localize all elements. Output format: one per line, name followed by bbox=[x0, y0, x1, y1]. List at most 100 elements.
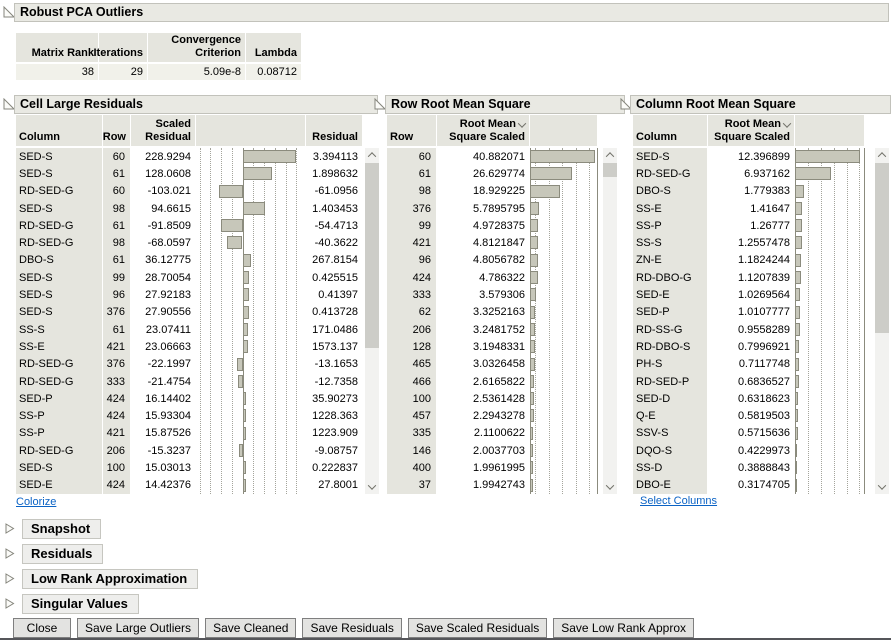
table-row[interactable]: SS-E1.41647 bbox=[633, 200, 865, 217]
table-row[interactable]: SED-E1.0269564 bbox=[633, 286, 865, 303]
table-row[interactable]: SED-S12.396899 bbox=[633, 148, 865, 165]
colorize-link[interactable]: Colorize bbox=[16, 496, 56, 508]
column-header-bar[interactable] bbox=[196, 115, 306, 146]
table-row[interactable]: RD-SED-G376-22.1997-13.1653 bbox=[16, 356, 363, 373]
table-row[interactable]: DBO-S6136.12775267.8154 bbox=[16, 252, 363, 269]
table-row[interactable]: SED-S9928.700540.425515 bbox=[16, 269, 363, 286]
table-row[interactable]: RD-DBO-G1.1207839 bbox=[633, 269, 865, 286]
table-row[interactable]: SS-P42115.875261223.909 bbox=[16, 425, 363, 442]
table-row[interactable]: 4214.8121847 bbox=[387, 234, 598, 251]
panel-title-row-root-mean-square[interactable]: Row Root Mean Square bbox=[385, 95, 625, 114]
table-row[interactable]: SS-E42123.066631573.137 bbox=[16, 338, 363, 355]
sort-chevron-icon[interactable] bbox=[518, 119, 526, 127]
sort-chevron-icon[interactable] bbox=[783, 119, 791, 127]
column-header-row[interactable]: Row bbox=[103, 115, 131, 146]
scroll-up-button[interactable] bbox=[603, 148, 617, 162]
disclosure-triangle-collapsed-snapshot[interactable] bbox=[4, 523, 16, 535]
table-row[interactable]: 6040.882071 bbox=[387, 148, 598, 165]
table-row[interactable]: RD-SED-G61-91.8509-54.4713 bbox=[16, 217, 363, 234]
collapsed-section-singular-values[interactable]: Singular Values bbox=[22, 594, 139, 614]
disclosure-triangle-collapsed-residuals[interactable] bbox=[4, 548, 16, 560]
column-header-residual[interactable]: Residual bbox=[306, 115, 363, 146]
save-low-rank-approx-button[interactable]: Save Low Rank Approx bbox=[553, 618, 694, 638]
table-row[interactable]: 1283.1948331 bbox=[387, 338, 598, 355]
scroll-up-button[interactable] bbox=[875, 148, 889, 162]
table-row[interactable]: SSV-S0.5715636 bbox=[633, 425, 865, 442]
save-large-outliers-button[interactable]: Save Large Outliers bbox=[77, 618, 199, 638]
table-row[interactable]: RD-DBO-S0.7996921 bbox=[633, 338, 865, 355]
scrollbar-thumb[interactable] bbox=[603, 163, 617, 177]
disclosure-triangle-collapsed-low-rank-approximation[interactable] bbox=[4, 573, 16, 585]
table-row[interactable]: 994.9728375 bbox=[387, 217, 598, 234]
table-row[interactable]: SED-P1.0107777 bbox=[633, 304, 865, 321]
table-row[interactable]: SS-P42415.933041228.363 bbox=[16, 407, 363, 424]
table-row[interactable]: RD-SED-G333-21.4754-12.7358 bbox=[16, 373, 363, 390]
table-row[interactable]: SS-S6123.07411171.0486 bbox=[16, 321, 363, 338]
column-header-row[interactable]: Row bbox=[387, 115, 437, 146]
column-header-column[interactable]: Column bbox=[16, 115, 103, 146]
table-row[interactable]: DBO-S1.779383 bbox=[633, 183, 865, 200]
table-row[interactable]: DBO-E0.3174705 bbox=[633, 477, 865, 494]
column-header-value[interactable]: Root MeanSquare Scaled bbox=[437, 115, 530, 146]
column-header-scaled[interactable]: ScaledResidual bbox=[131, 115, 196, 146]
scroll-down-button[interactable] bbox=[875, 480, 889, 494]
table-row[interactable]: SED-D0.6318623 bbox=[633, 390, 865, 407]
table-row[interactable]: SS-D0.3888843 bbox=[633, 459, 865, 476]
table-row[interactable]: SED-P42416.1440235.90273 bbox=[16, 390, 363, 407]
table-row[interactable]: 3352.1100622 bbox=[387, 425, 598, 442]
save-cleaned-button[interactable]: Save Cleaned bbox=[205, 618, 296, 638]
table-row[interactable]: 623.3252163 bbox=[387, 304, 598, 321]
table-row[interactable]: RD-SED-G6.937162 bbox=[633, 165, 865, 182]
panel-title-column-root-mean-square[interactable]: Column Root Mean Square bbox=[630, 95, 891, 114]
table-row[interactable]: 1462.0037703 bbox=[387, 442, 598, 459]
table-row[interactable]: SED-S9894.66151.403453 bbox=[16, 200, 363, 217]
table-row[interactable]: SED-S9627.921830.41397 bbox=[16, 286, 363, 303]
table-row[interactable]: SS-P1.26777 bbox=[633, 217, 865, 234]
table-row[interactable]: 4001.9961995 bbox=[387, 459, 598, 476]
collapsed-section-low-rank-approximation[interactable]: Low Rank Approximation bbox=[22, 569, 198, 589]
table-row[interactable]: 6126.629774 bbox=[387, 165, 598, 182]
select-columns-link[interactable]: Select Columns bbox=[640, 495, 717, 507]
table-row[interactable]: 3333.579306 bbox=[387, 286, 598, 303]
table-row[interactable]: 4662.6165822 bbox=[387, 373, 598, 390]
table-row[interactable]: PH-S0.7117748 bbox=[633, 356, 865, 373]
vertical-scrollbar[interactable] bbox=[603, 148, 617, 494]
collapsed-section-snapshot[interactable]: Snapshot bbox=[22, 519, 101, 539]
save-residuals-button[interactable]: Save Residuals bbox=[302, 618, 401, 638]
table-row[interactable]: 1002.5361428 bbox=[387, 390, 598, 407]
scroll-up-button[interactable] bbox=[365, 148, 379, 162]
scroll-down-button[interactable] bbox=[603, 480, 617, 494]
collapsed-section-residuals[interactable]: Residuals bbox=[22, 544, 103, 564]
table-row[interactable]: DQO-S0.4229973 bbox=[633, 442, 865, 459]
scroll-down-button[interactable] bbox=[365, 480, 379, 494]
table-row[interactable]: ZN-E1.1824244 bbox=[633, 252, 865, 269]
vertical-scrollbar[interactable] bbox=[365, 148, 379, 494]
save-scaled-residuals-button[interactable]: Save Scaled Residuals bbox=[408, 618, 547, 638]
table-row[interactable]: 4244.786322 bbox=[387, 269, 598, 286]
table-row[interactable]: 4653.0326458 bbox=[387, 356, 598, 373]
close-button[interactable]: Close bbox=[13, 618, 71, 638]
table-row[interactable]: 371.9942743 bbox=[387, 477, 598, 494]
table-row[interactable]: Q-E0.5819503 bbox=[633, 407, 865, 424]
column-header-bar[interactable] bbox=[530, 115, 598, 146]
table-row[interactable]: RD-SED-P0.6836527 bbox=[633, 373, 865, 390]
table-row[interactable]: SS-S1.2557478 bbox=[633, 234, 865, 251]
table-row[interactable]: 2063.2481752 bbox=[387, 321, 598, 338]
scrollbar-thumb[interactable] bbox=[365, 163, 379, 348]
table-row[interactable]: SED-S60228.92943.394113 bbox=[16, 148, 363, 165]
column-header-bar[interactable] bbox=[795, 115, 865, 146]
table-row[interactable]: RD-SED-G98-68.0597-40.3622 bbox=[16, 234, 363, 251]
column-header-value[interactable]: Root MeanSquare Scaled bbox=[708, 115, 795, 146]
vertical-scrollbar[interactable] bbox=[875, 148, 889, 494]
table-row[interactable]: RD-SED-G206-15.3237-9.08757 bbox=[16, 442, 363, 459]
table-row[interactable]: SED-S61128.06081.898632 bbox=[16, 165, 363, 182]
table-row[interactable]: SED-E42414.4237627.8001 bbox=[16, 477, 363, 494]
column-header-column[interactable]: Column bbox=[633, 115, 708, 146]
table-row[interactable]: RD-SED-G60-103.021-61.0956 bbox=[16, 183, 363, 200]
table-row[interactable]: 964.8056782 bbox=[387, 252, 598, 269]
table-row[interactable]: 3765.7895795 bbox=[387, 200, 598, 217]
scrollbar-thumb[interactable] bbox=[875, 163, 889, 333]
table-row[interactable]: SED-S10015.030130.222837 bbox=[16, 459, 363, 476]
table-row[interactable]: RD-SS-G0.9558289 bbox=[633, 321, 865, 338]
disclosure-triangle-collapsed-singular-values[interactable] bbox=[4, 598, 16, 610]
